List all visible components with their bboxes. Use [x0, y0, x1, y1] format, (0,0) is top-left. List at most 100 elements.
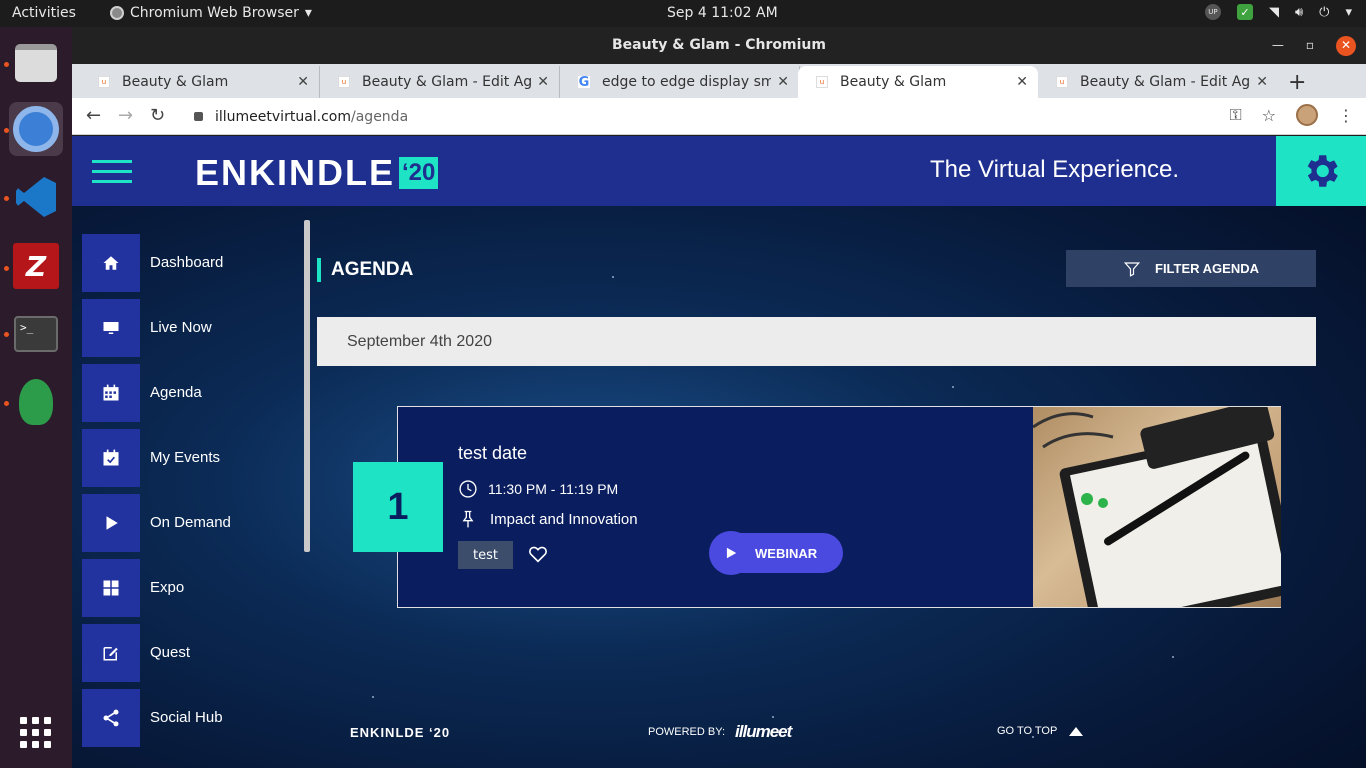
session-time-text: 11:30 PM - 11:19 PM	[488, 481, 619, 497]
close-tab-icon[interactable]: ✕	[777, 74, 789, 90]
sidebar-item-label: My Events	[150, 449, 221, 466]
heart-icon[interactable]	[528, 545, 548, 563]
lock-icon[interactable]	[194, 112, 203, 121]
calendar-grid-icon	[103, 384, 119, 400]
sidebar-item-on-demand[interactable]: On Demand	[82, 490, 312, 555]
settings-button[interactable]	[1276, 136, 1366, 206]
session-card[interactable]: test date 11:30 PM - 11:19 PM Impact and…	[397, 406, 1281, 608]
sidebar-scrollbar[interactable]	[304, 220, 310, 552]
sidebar-item-label: Dashboard	[150, 254, 224, 271]
go-to-top-label: GO TO TOP	[997, 725, 1058, 737]
web-page: ENKINDLE ‘20 The Virtual Experience. Das…	[72, 136, 1366, 768]
chevron-down-icon[interactable]: ▾	[1345, 5, 1352, 20]
webinar-button[interactable]: WEBINAR	[709, 531, 843, 575]
wifi-icon[interactable]: ◥	[1269, 5, 1279, 20]
tab-label: Beauty & Glam - Edit Agen	[1080, 74, 1251, 90]
rocket-app-icon[interactable]	[9, 375, 63, 429]
sidebar-item-dashboard[interactable]: Dashboard	[82, 230, 312, 295]
go-to-top-link[interactable]: GO TO TOP	[997, 725, 1084, 737]
check-shield-icon[interactable]: ✓	[1236, 4, 1253, 20]
back-icon[interactable]: ←	[86, 105, 101, 126]
system-top-bar: Activities Chromium Web Browser ▾ Sep 4 …	[0, 0, 1366, 27]
session-number: 1	[353, 462, 443, 552]
play-icon	[106, 515, 118, 530]
site-logo[interactable]: ENKINDLE ‘20	[195, 152, 439, 194]
terminal-app-icon[interactable]: >_	[9, 307, 63, 361]
google-favicon-icon: G	[578, 74, 590, 90]
clock-icon	[459, 480, 477, 498]
close-tab-icon[interactable]: ✕	[1016, 74, 1028, 90]
sidebar-item-my-events[interactable]: My Events	[82, 425, 312, 490]
forward-icon[interactable]: →	[118, 105, 133, 126]
arrow-up-icon	[1069, 726, 1084, 736]
update-badge-icon[interactable]: UP	[1204, 4, 1221, 20]
session-title[interactable]: test date	[458, 443, 527, 464]
filter-agenda-button[interactable]: FILTER AGENDA	[1066, 250, 1316, 287]
session-thumbnail	[1033, 407, 1281, 607]
vscode-app-icon[interactable]	[9, 170, 63, 224]
star-icon[interactable]: ☆	[1262, 106, 1276, 125]
session-track-text: Impact and Innovation	[490, 510, 638, 528]
browser-tab[interactable]: u Beauty & Glam ✕	[80, 66, 320, 98]
webinar-label: WEBINAR	[755, 545, 818, 561]
footer-brand: ENKINLDE ‘20	[350, 725, 451, 740]
site-tagline: The Virtual Experience.	[930, 156, 1180, 183]
browser-tab[interactable]: u Beauty & Glam - Edit Agen ✕	[1038, 66, 1278, 98]
system-tray[interactable]: UP ✓ ◥ 🔊︎ ⏻ ▾	[1204, 4, 1352, 20]
sidebar-item-label: On Demand	[150, 514, 231, 531]
key-icon[interactable]: ⚿	[1229, 105, 1241, 125]
window-titlebar: Beauty & Glam - Chromium — ▫ ✕	[72, 27, 1366, 64]
sidebar-item-expo[interactable]: Expo	[82, 555, 312, 620]
pin-icon	[462, 510, 474, 528]
power-icon[interactable]: ⏻	[1319, 5, 1329, 20]
browser-tab[interactable]: u Beauty & Glam - Edit Agen ✕	[320, 66, 560, 98]
browser-tab-active[interactable]: u Beauty & Glam ✕	[798, 66, 1038, 98]
powered-by[interactable]: POWERED BY: illumeet	[648, 722, 792, 742]
session-tag[interactable]: test	[458, 541, 513, 569]
app-menu[interactable]: Chromium Web Browser ▾	[110, 5, 312, 21]
sidebar-item-live-now[interactable]: Live Now	[82, 295, 312, 360]
logo-year: ‘20	[399, 157, 439, 189]
files-app-icon[interactable]	[9, 36, 63, 90]
dock: Z >_	[0, 27, 72, 768]
close-tab-icon[interactable]: ✕	[297, 74, 309, 90]
window-title: Beauty & Glam - Chromium	[612, 37, 826, 53]
filezilla-app-icon[interactable]: Z	[9, 239, 63, 293]
close-icon[interactable]: ✕	[1336, 35, 1356, 56]
tab-label: Beauty & Glam	[840, 74, 947, 90]
session-time: 11:30 PM - 11:19 PM	[458, 479, 618, 499]
hamburger-menu-icon[interactable]	[92, 160, 132, 184]
address-bar[interactable]: illumeetvirtual.com/agenda	[180, 102, 1290, 131]
chromium-app-icon[interactable]	[9, 102, 63, 156]
profile-avatar[interactable]	[1296, 104, 1318, 126]
reload-icon[interactable]: ↻	[150, 105, 165, 126]
minimize-icon[interactable]: —	[1272, 27, 1284, 64]
tab-strip: u Beauty & Glam ✕ u Beauty & Glam - Edit…	[72, 64, 1366, 98]
filter-agenda-label: FILTER AGENDA	[1155, 261, 1259, 276]
monitor-icon	[103, 321, 119, 334]
site-favicon-icon: u	[338, 76, 350, 88]
page-title: AGENDA	[317, 258, 413, 282]
tab-label: Beauty & Glam	[122, 74, 229, 90]
apps-grid-icon	[103, 580, 119, 595]
clock[interactable]: Sep 4 11:02 AM	[667, 5, 778, 21]
site-favicon-icon: u	[816, 76, 828, 88]
activities-button[interactable]: Activities	[12, 5, 76, 21]
close-tab-icon[interactable]: ✕	[537, 74, 549, 90]
filter-icon	[1123, 261, 1141, 277]
browser-tab[interactable]: G edge to edge display sma ✕	[560, 66, 800, 98]
url-path: /agenda	[351, 108, 409, 125]
show-applications-icon[interactable]	[20, 717, 52, 749]
url-domain: illumeetvirtual.com	[215, 108, 352, 125]
gear-icon	[1307, 155, 1338, 187]
tab-label: Beauty & Glam - Edit Agen	[362, 74, 532, 90]
calendar-check-icon	[103, 449, 119, 465]
new-tab-icon[interactable]: +	[1288, 70, 1306, 95]
maximize-icon[interactable]: ▫	[1306, 27, 1314, 64]
sidebar-item-agenda[interactable]: Agenda	[82, 360, 312, 425]
menu-dots-icon[interactable]: ⋮	[1338, 106, 1354, 125]
close-tab-icon[interactable]: ✕	[1256, 74, 1268, 90]
volume-icon[interactable]: 🔊︎	[1295, 5, 1303, 20]
site-favicon-icon: u	[1056, 76, 1068, 88]
play-icon	[726, 547, 737, 559]
